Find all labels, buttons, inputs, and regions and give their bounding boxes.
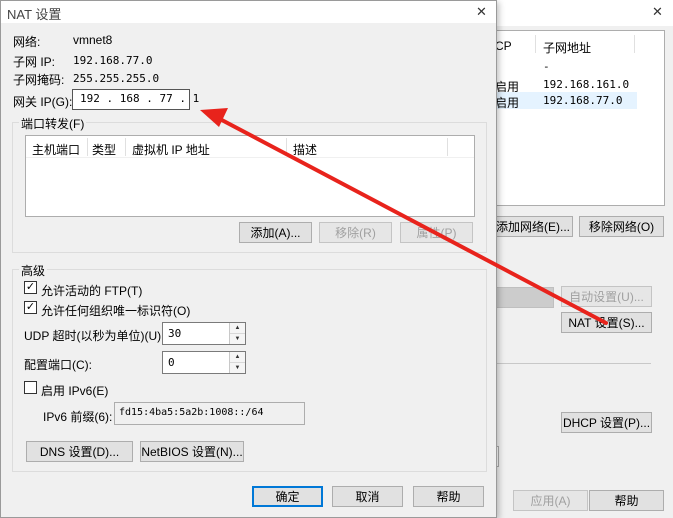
udp-timeout-value: 30: [168, 327, 182, 340]
subnet-mask-label: 子网掩码:: [13, 73, 65, 87]
column-header-vm-ip[interactable]: 虚拟机 IP 地址: [132, 141, 210, 158]
row-dhcp: 启用: [495, 96, 520, 110]
list-header: CP 子网地址: [492, 31, 664, 57]
subnet-ip-value: 192.168.77.0: [73, 54, 153, 67]
row-subnet: -: [543, 60, 550, 73]
allow-oui-label[interactable]: 允许任何组织唯一标识符(O): [41, 302, 190, 319]
auto-settings-button[interactable]: 自动设置(U)...: [561, 286, 652, 307]
netbios-settings-button[interactable]: NetBIOS 设置(N)...: [140, 441, 244, 462]
table-row[interactable]: 启用 192.168.161.0: [492, 76, 664, 94]
ipv6-prefix-input[interactable]: fd15:4ba5:5a2b:1008::/64: [114, 402, 305, 425]
ipv6-prefix-label: IPv6 前缀(6):: [43, 410, 113, 424]
spin-down-icon[interactable]: ▼: [230, 363, 245, 373]
allow-ftp-label[interactable]: 允许活动的 FTP(T): [41, 282, 142, 299]
dialog-title-bar: NAT 设置 ✕: [1, 1, 496, 23]
properties-button[interactable]: 属性(P): [400, 222, 473, 243]
apply-button[interactable]: 应用(A): [513, 490, 588, 511]
remove-network-button[interactable]: 移除网络(O): [579, 216, 664, 237]
background-close-button[interactable]: ✕: [641, 0, 673, 24]
background-window: ✕ CP 子网地址 - 启用 192.168.161.0 启用 192.168.…: [490, 0, 673, 518]
bridge-dropdown: [493, 287, 554, 308]
port-forwarding-title: 端口转发(F): [19, 115, 87, 132]
cancel-button[interactable]: 取消: [332, 486, 403, 507]
column-header-description[interactable]: 描述: [293, 141, 317, 158]
port-forwarding-list[interactable]: 主机端口 类型 虚拟机 IP 地址 描述: [25, 135, 475, 217]
dialog-title: NAT 设置: [7, 7, 62, 22]
advanced-title: 高级: [19, 262, 48, 279]
list-header: 主机端口 类型 虚拟机 IP 地址 描述: [26, 136, 474, 158]
add-port-button[interactable]: 添加(A)...: [239, 222, 312, 243]
network-value: vmnet8: [73, 33, 113, 47]
close-icon: ✕: [476, 4, 487, 19]
nat-settings-button[interactable]: NAT 设置(S)...: [561, 312, 652, 333]
nat-settings-dialog: NAT 设置 ✕ 网络: vmnet8 子网 IP: 192.168.77.0 …: [0, 0, 497, 518]
network-list[interactable]: CP 子网地址 - 启用 192.168.161.0 启用 192.168.77…: [491, 30, 665, 206]
column-header-host-port[interactable]: 主机端口: [32, 141, 80, 158]
separator: [493, 363, 651, 364]
table-row[interactable]: -: [492, 58, 664, 75]
help-button[interactable]: 帮助: [589, 490, 664, 511]
udp-timeout-label: UDP 超时(以秒为单位)(U):: [24, 329, 165, 343]
spin-up-icon[interactable]: ▲: [230, 323, 245, 334]
row-subnet: 192.168.161.0: [543, 78, 630, 91]
column-header-type[interactable]: 类型: [92, 141, 116, 158]
remove-port-button[interactable]: 移除(R): [319, 222, 392, 243]
config-port-input[interactable]: 0 ▲ ▼: [162, 351, 246, 374]
config-port-label: 配置端口(C):: [24, 358, 92, 372]
gateway-ip-label: 网关 IP(G):: [13, 95, 73, 109]
enable-ipv6-label[interactable]: 启用 IPv6(E): [41, 382, 108, 399]
allow-oui-checkbox[interactable]: ✓: [24, 301, 37, 314]
gateway-ip-input[interactable]: 192 . 168 . 77 . 1: [72, 89, 199, 110]
spin-up-icon[interactable]: ▲: [230, 352, 245, 363]
help-button[interactable]: 帮助: [413, 486, 484, 507]
column-header-subnet[interactable]: 子网地址: [543, 39, 591, 56]
check-icon: ✓: [25, 301, 36, 313]
enable-ipv6-checkbox[interactable]: [24, 381, 37, 394]
network-label: 网络:: [13, 35, 41, 49]
row-subnet: 192.168.77.0: [543, 94, 623, 107]
add-network-button[interactable]: 添加网络(E)...: [493, 216, 573, 237]
dns-settings-button[interactable]: DNS 设置(D)...: [26, 441, 133, 462]
table-row-selected[interactable]: 启用 192.168.77.0: [492, 92, 637, 110]
check-icon: ✓: [25, 281, 36, 293]
config-port-value: 0: [168, 356, 175, 369]
udp-timeout-input[interactable]: 30 ▲ ▼: [162, 322, 246, 345]
subnet-ip-label: 子网 IP:: [13, 55, 56, 69]
spin-down-icon[interactable]: ▼: [230, 334, 245, 344]
allow-ftp-checkbox[interactable]: ✓: [24, 281, 37, 294]
config-port-spinner[interactable]: ▲ ▼: [229, 352, 245, 373]
close-icon: ✕: [652, 4, 663, 19]
udp-timeout-spinner[interactable]: ▲ ▼: [229, 323, 245, 344]
subnet-mask-value: 255.255.255.0: [73, 72, 160, 85]
dhcp-settings-button[interactable]: DHCP 设置(P)...: [561, 412, 652, 433]
ok-button[interactable]: 确定: [252, 486, 323, 507]
dialog-close-button[interactable]: ✕: [467, 1, 496, 23]
column-header-dhcp[interactable]: CP: [495, 39, 512, 53]
